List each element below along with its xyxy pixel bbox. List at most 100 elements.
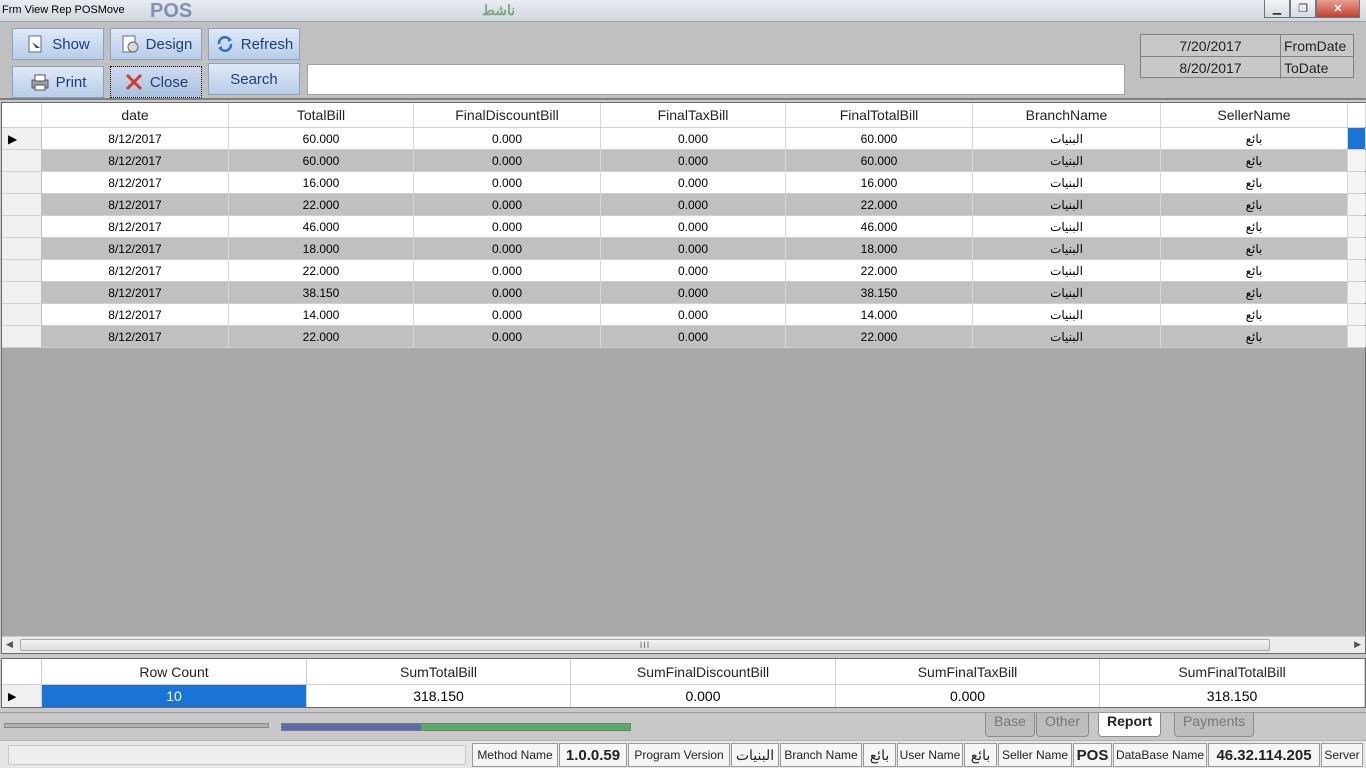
to-date-field[interactable]: 8/20/2017 [1141, 57, 1281, 79]
cell-finaldiscountbill[interactable]: 0.000 [414, 304, 601, 325]
cell-finaltotalbill[interactable]: 22.000 [786, 260, 973, 281]
cell-finaltaxbill[interactable]: 0.000 [601, 128, 786, 149]
cell-finaltotalbill[interactable]: 60.000 [786, 150, 973, 171]
tab-other[interactable]: Other [1036, 713, 1090, 737]
cell-totalbill[interactable]: 14.000 [229, 304, 414, 325]
cell-finaldiscountbill[interactable]: 0.000 [414, 194, 601, 215]
table-row[interactable]: 8/12/2017 46.000 0.000 0.000 46.000 البنيات با… [2, 216, 1366, 238]
table-row[interactable]: 8/12/2017 18.000 0.000 0.000 18.000 البنيات با… [2, 238, 1366, 260]
close-button[interactable]: Close [110, 66, 202, 98]
cell-finaldiscountbill[interactable]: 0.000 [414, 150, 601, 171]
cell-branchname[interactable]: البنيات [973, 260, 1161, 281]
cell-totalbill[interactable]: 22.000 [229, 194, 414, 215]
cell-branchname[interactable]: البنيات [973, 216, 1161, 237]
cell-finaltaxbill[interactable]: 0.000 [601, 304, 786, 325]
close-window-button[interactable]: ✕ [1316, 0, 1360, 18]
table-row[interactable]: 8/12/2017 22.000 0.000 0.000 22.000 البنيات با… [2, 260, 1366, 282]
summary-grid[interactable]: Row Count SumTotalBill SumFinalDiscountB… [1, 658, 1366, 708]
cell-finaldiscountbill[interactable]: 0.000 [414, 216, 601, 237]
cell-branchname[interactable]: البنيات [973, 128, 1161, 149]
design-button[interactable]: Design [110, 28, 202, 60]
cell-finaltotalbill[interactable]: 14.000 [786, 304, 973, 325]
cell-date[interactable]: 8/12/2017 [42, 326, 229, 347]
search-input[interactable] [307, 64, 1125, 95]
cell-finaldiscountbill[interactable]: 0.000 [414, 282, 601, 303]
cell-finaltaxbill[interactable]: 0.000 [601, 326, 786, 347]
cell-date[interactable]: 8/12/2017 [42, 194, 229, 215]
cell-sellername[interactable]: بائع [1161, 194, 1348, 215]
row-header[interactable] [2, 172, 42, 193]
column-header-branchname[interactable]: BranchName [973, 103, 1161, 127]
cell-finaldiscountbill[interactable]: 0.000 [414, 128, 601, 149]
cell-finaltaxbill[interactable]: 0.000 [601, 260, 786, 281]
summary-header-sumfinaltotalbill[interactable]: SumFinalTotalBill [1100, 659, 1365, 684]
cell-branchname[interactable]: البنيات [973, 304, 1161, 325]
cell-sellername[interactable]: بائع [1161, 128, 1348, 149]
show-button[interactable]: Show [12, 28, 104, 60]
column-header-finaldiscountbill[interactable]: FinalDiscountBill [414, 103, 601, 127]
refresh-button[interactable]: Refresh [208, 28, 300, 60]
tab-payments[interactable]: Payments [1174, 713, 1255, 737]
summary-header-sumtotalbill[interactable]: SumTotalBill [307, 659, 571, 684]
minimize-button[interactable]: ▁ [1264, 0, 1290, 18]
cell-date[interactable]: 8/12/2017 [42, 238, 229, 259]
column-header-date[interactable]: date [42, 103, 229, 127]
scroll-right-icon[interactable]: ▶ [1354, 639, 1361, 650]
search-button[interactable]: Search [208, 63, 300, 95]
row-header[interactable] [2, 260, 42, 281]
table-row[interactable]: 8/12/2017 38.150 0.000 0.000 38.150 البنيات با… [2, 282, 1366, 304]
cell-finaldiscountbill[interactable]: 0.000 [414, 260, 601, 281]
cell-date[interactable]: 8/12/2017 [42, 172, 229, 193]
cell-branchname[interactable]: البنيات [973, 238, 1161, 259]
cell-totalbill[interactable]: 22.000 [229, 326, 414, 347]
row-header[interactable] [2, 238, 42, 259]
cell-sellername[interactable]: بائع [1161, 150, 1348, 171]
summary-rowcount-value[interactable]: 10 [42, 685, 307, 707]
summary-header-rowcount[interactable]: Row Count [42, 659, 307, 684]
summary-sumtotalbill-value[interactable]: 318.150 [307, 685, 571, 707]
cell-branchname[interactable]: البنيات [973, 194, 1161, 215]
from-date-field[interactable]: 7/20/2017 [1141, 35, 1281, 56]
cell-totalbill[interactable]: 38.150 [229, 282, 414, 303]
cell-finaltotalbill[interactable]: 22.000 [786, 194, 973, 215]
summary-header-sumfinaldiscountbill[interactable]: SumFinalDiscountBill [571, 659, 836, 684]
cell-finaltotalbill[interactable]: 18.000 [786, 238, 973, 259]
row-header[interactable]: ▶ [2, 128, 42, 149]
cell-finaldiscountbill[interactable]: 0.000 [414, 326, 601, 347]
cell-sellername[interactable]: بائع [1161, 282, 1348, 303]
table-row[interactable]: 8/12/2017 16.000 0.000 0.000 16.000 البنيات با… [2, 172, 1366, 194]
data-grid[interactable]: date TotalBill FinalDiscountBill FinalTa… [1, 102, 1366, 654]
cell-sellername[interactable]: بائع [1161, 260, 1348, 281]
cell-sellername[interactable]: بائع [1161, 216, 1348, 237]
row-header[interactable] [2, 326, 42, 347]
row-header[interactable] [2, 282, 42, 303]
row-header[interactable] [2, 194, 42, 215]
cell-finaltaxbill[interactable]: 0.000 [601, 194, 786, 215]
scroll-left-icon[interactable]: ◀ [6, 639, 13, 650]
cell-sellername[interactable]: بائع [1161, 304, 1348, 325]
summary-header-sumfinaltaxbill[interactable]: SumFinalTaxBill [836, 659, 1100, 684]
table-row[interactable]: 8/12/2017 14.000 0.000 0.000 14.000 البنيات با… [2, 304, 1366, 326]
cell-finaltotalbill[interactable]: 38.150 [786, 282, 973, 303]
cell-branchname[interactable]: البنيات [973, 326, 1161, 347]
row-header[interactable] [2, 150, 42, 171]
summary-sumfinaldiscountbill-value[interactable]: 0.000 [571, 685, 836, 707]
cell-finaldiscountbill[interactable]: 0.000 [414, 238, 601, 259]
tab-report[interactable]: Report [1098, 713, 1162, 737]
cell-finaltaxbill[interactable]: 0.000 [601, 238, 786, 259]
table-row[interactable]: 8/12/2017 22.000 0.000 0.000 22.000 البنيات با… [2, 326, 1366, 348]
cell-finaltaxbill[interactable]: 0.000 [601, 216, 786, 237]
cell-totalbill[interactable]: 60.000 [229, 150, 414, 171]
row-header[interactable] [2, 216, 42, 237]
column-header-sellername[interactable]: SellerName [1161, 103, 1348, 127]
print-button[interactable]: Print [12, 66, 104, 98]
table-row[interactable]: 8/12/2017 22.000 0.000 0.000 22.000 البنيات با… [2, 194, 1366, 216]
cell-finaldiscountbill[interactable]: 0.000 [414, 172, 601, 193]
scrollbar-thumb[interactable]: III [20, 639, 1270, 651]
cell-branchname[interactable]: البنيات [973, 172, 1161, 193]
cell-date[interactable]: 8/12/2017 [42, 260, 229, 281]
cell-date[interactable]: 8/12/2017 [42, 128, 229, 149]
cell-date[interactable]: 8/12/2017 [42, 150, 229, 171]
summary-row[interactable]: ▶ 10 318.150 0.000 0.000 318.150 [2, 685, 1365, 707]
table-row[interactable]: ▶ 8/12/2017 60.000 0.000 0.000 60.000 البنيات ب… [2, 128, 1366, 150]
